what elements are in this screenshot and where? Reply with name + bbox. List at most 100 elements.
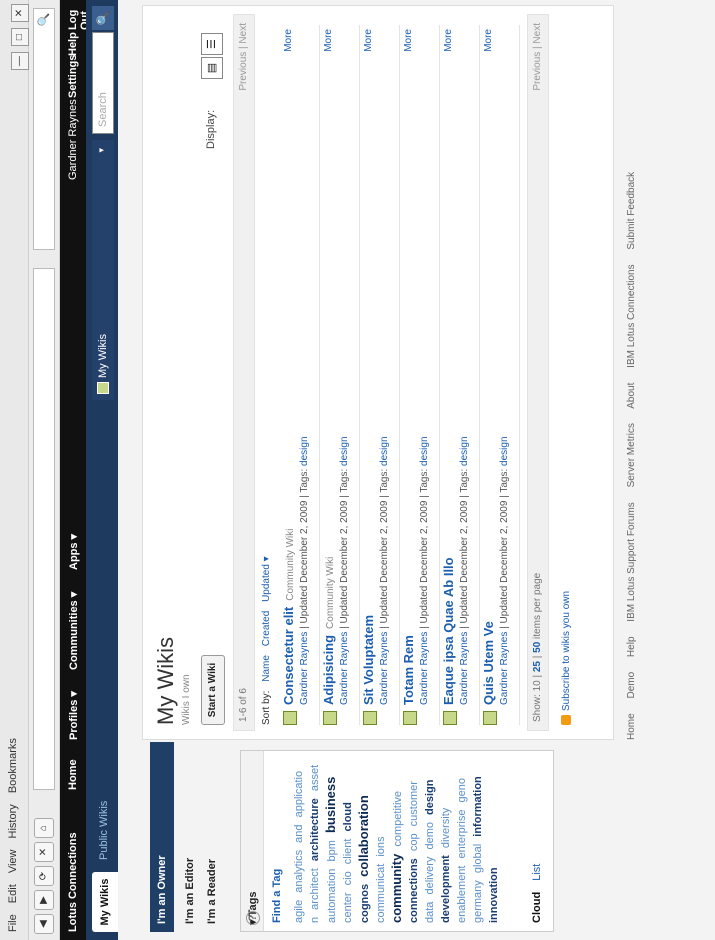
tag-link[interactable]: asset	[309, 765, 321, 791]
nav-apps[interactable]: Apps ▾	[67, 534, 80, 570]
tag-link[interactable]: connections	[408, 858, 420, 923]
menu-file[interactable]: File	[7, 914, 19, 932]
address-bar[interactable]	[33, 268, 55, 790]
close-window-button[interactable]: ✕	[11, 4, 29, 22]
owner-link[interactable]: Gardner Raynes	[299, 632, 310, 705]
tab-my-wikis[interactable]: My Wikis	[92, 872, 118, 932]
tag-link[interactable]: data	[424, 902, 436, 923]
tag-link[interactable]: design	[299, 436, 310, 465]
tag-link[interactable]: business	[323, 777, 338, 833]
cloud-view-tab[interactable]: Cloud	[531, 892, 543, 923]
tag-link[interactable]: and	[293, 824, 305, 842]
tag-link[interactable]: innovation	[488, 867, 500, 923]
find-tag-link[interactable]: Find a Tag	[271, 869, 283, 923]
forward-icon[interactable]: ▶	[34, 890, 54, 910]
footer-link-connections[interactable]: IBM Lotus Connections	[626, 264, 637, 367]
tag-link[interactable]: competitive	[392, 791, 404, 847]
search-button[interactable]: 🔍	[92, 6, 114, 30]
wiki-title-link[interactable]: Eaque ipsa Quae Ab Illo	[441, 551, 456, 705]
sidebar-item-owner[interactable]: I'm an Owner	[150, 742, 174, 932]
owner-link[interactable]: Gardner Raynes	[459, 632, 470, 705]
more-link[interactable]: More	[323, 29, 334, 52]
tag-link[interactable]: information	[472, 776, 484, 837]
menu-history[interactable]: History	[7, 804, 19, 838]
tag-link[interactable]: customer	[408, 781, 420, 826]
tag-link[interactable]: agile	[293, 900, 305, 923]
page-size-10[interactable]: 10	[532, 680, 543, 691]
brand-logo[interactable]: Lotus Connections	[67, 832, 79, 932]
next-link-bottom[interactable]: Next	[532, 23, 543, 44]
tag-link[interactable]: geno	[456, 778, 468, 802]
back-icon[interactable]: ◀	[34, 914, 54, 934]
nav-help[interactable]: Help	[67, 32, 79, 56]
previous-link-bottom[interactable]: Previous	[532, 52, 543, 91]
previous-link[interactable]: Previous	[238, 52, 249, 91]
tag-link[interactable]: enablement	[456, 866, 468, 924]
nav-home[interactable]: Home	[67, 759, 79, 790]
nav-settings[interactable]: Settings	[67, 55, 79, 98]
tag-link[interactable]: automation	[326, 869, 338, 923]
tag-link[interactable]: cio	[342, 871, 354, 885]
tag-link[interactable]: design	[339, 436, 350, 465]
tag-link[interactable]: development	[440, 855, 452, 923]
footer-link-metrics[interactable]: Server Metrics	[626, 423, 637, 487]
nav-communities[interactable]: Communities ▾	[67, 592, 80, 670]
scope-selector[interactable]: My Wikis ▾	[92, 140, 114, 400]
tag-link[interactable]: center	[342, 892, 354, 923]
tab-public-wikis[interactable]: Public Wikis	[98, 801, 110, 860]
tag-link[interactable]: diversity	[440, 808, 452, 848]
home-icon[interactable]: ⌂	[34, 818, 54, 838]
footer-link-forums[interactable]: IBM Lotus Support Forums	[626, 502, 637, 622]
tag-link[interactable]: design	[459, 436, 470, 465]
tag-link[interactable]: design	[419, 436, 430, 465]
tags-header[interactable]: ▾ Tags ?	[241, 751, 264, 931]
tag-link[interactable]: collaboration	[356, 795, 371, 877]
tag-link[interactable]: client	[342, 839, 354, 865]
owner-link[interactable]: Gardner Raynes	[419, 632, 430, 705]
browser-search-field[interactable]: 🔍	[33, 8, 55, 250]
tag-link[interactable]: architect	[309, 868, 321, 910]
tag-link[interactable]: n	[309, 917, 321, 923]
menu-bookmarks[interactable]: Bookmarks	[7, 738, 19, 793]
more-link[interactable]: More	[443, 29, 454, 52]
tag-link[interactable]: demo	[424, 822, 436, 850]
search-input[interactable]: Search	[92, 32, 114, 134]
list-view-icon[interactable]: ☰	[201, 33, 223, 55]
wiki-title-link[interactable]: Quis Utem Ve	[481, 615, 496, 705]
subscribe-link[interactable]: Subscribe to wikis you own	[561, 591, 572, 725]
maximize-button[interactable]: □	[11, 28, 29, 47]
tag-link[interactable]: design	[379, 436, 390, 465]
tag-link[interactable]: communicat	[375, 864, 387, 923]
help-icon[interactable]: ?	[246, 911, 260, 925]
stop-icon[interactable]: ✕	[34, 842, 54, 862]
tag-link[interactable]: analytics	[293, 850, 305, 893]
footer-link-demo[interactable]: Demo	[626, 672, 637, 699]
tag-link[interactable]: applicatio	[293, 771, 305, 817]
menu-view[interactable]: View	[7, 850, 19, 874]
more-link[interactable]: More	[483, 29, 494, 52]
user-name[interactable]: Gardner Raynes	[67, 99, 79, 180]
wiki-title-link[interactable]: Sit Voluptatem	[361, 609, 376, 705]
tag-link[interactable]: enterprise	[456, 810, 468, 859]
wiki-title-link[interactable]: Consectetur elit Community Wiki	[281, 529, 296, 705]
wiki-title-link[interactable]: Totam Rem	[401, 629, 416, 705]
tag-link[interactable]: cop	[408, 833, 420, 851]
tag-link[interactable]: design	[424, 780, 436, 815]
reload-icon[interactable]: ⟳	[34, 866, 54, 886]
tag-link[interactable]: bpm	[326, 840, 338, 861]
sort-name[interactable]: Name	[261, 655, 272, 682]
detail-view-icon[interactable]: ▤	[201, 57, 223, 79]
nav-profiles[interactable]: Profiles ▾	[67, 691, 80, 740]
footer-link-about[interactable]: About	[626, 383, 637, 409]
page-size-50[interactable]: 50	[532, 642, 543, 653]
page-size-25[interactable]: 25	[532, 661, 543, 672]
more-link[interactable]: More	[363, 29, 374, 52]
tag-link[interactable]: ions	[375, 836, 387, 856]
sidebar-item-editor[interactable]: I'm an Editor	[184, 858, 196, 924]
menu-edit[interactable]: Edit	[7, 884, 19, 903]
start-wiki-button[interactable]: Start a Wiki	[201, 655, 225, 725]
tag-link[interactable]: delivery	[424, 857, 436, 895]
more-link[interactable]: More	[403, 29, 414, 52]
wiki-title-link[interactable]: Adipisicing Community Wiki	[321, 557, 336, 705]
sort-created[interactable]: Created	[261, 611, 272, 647]
